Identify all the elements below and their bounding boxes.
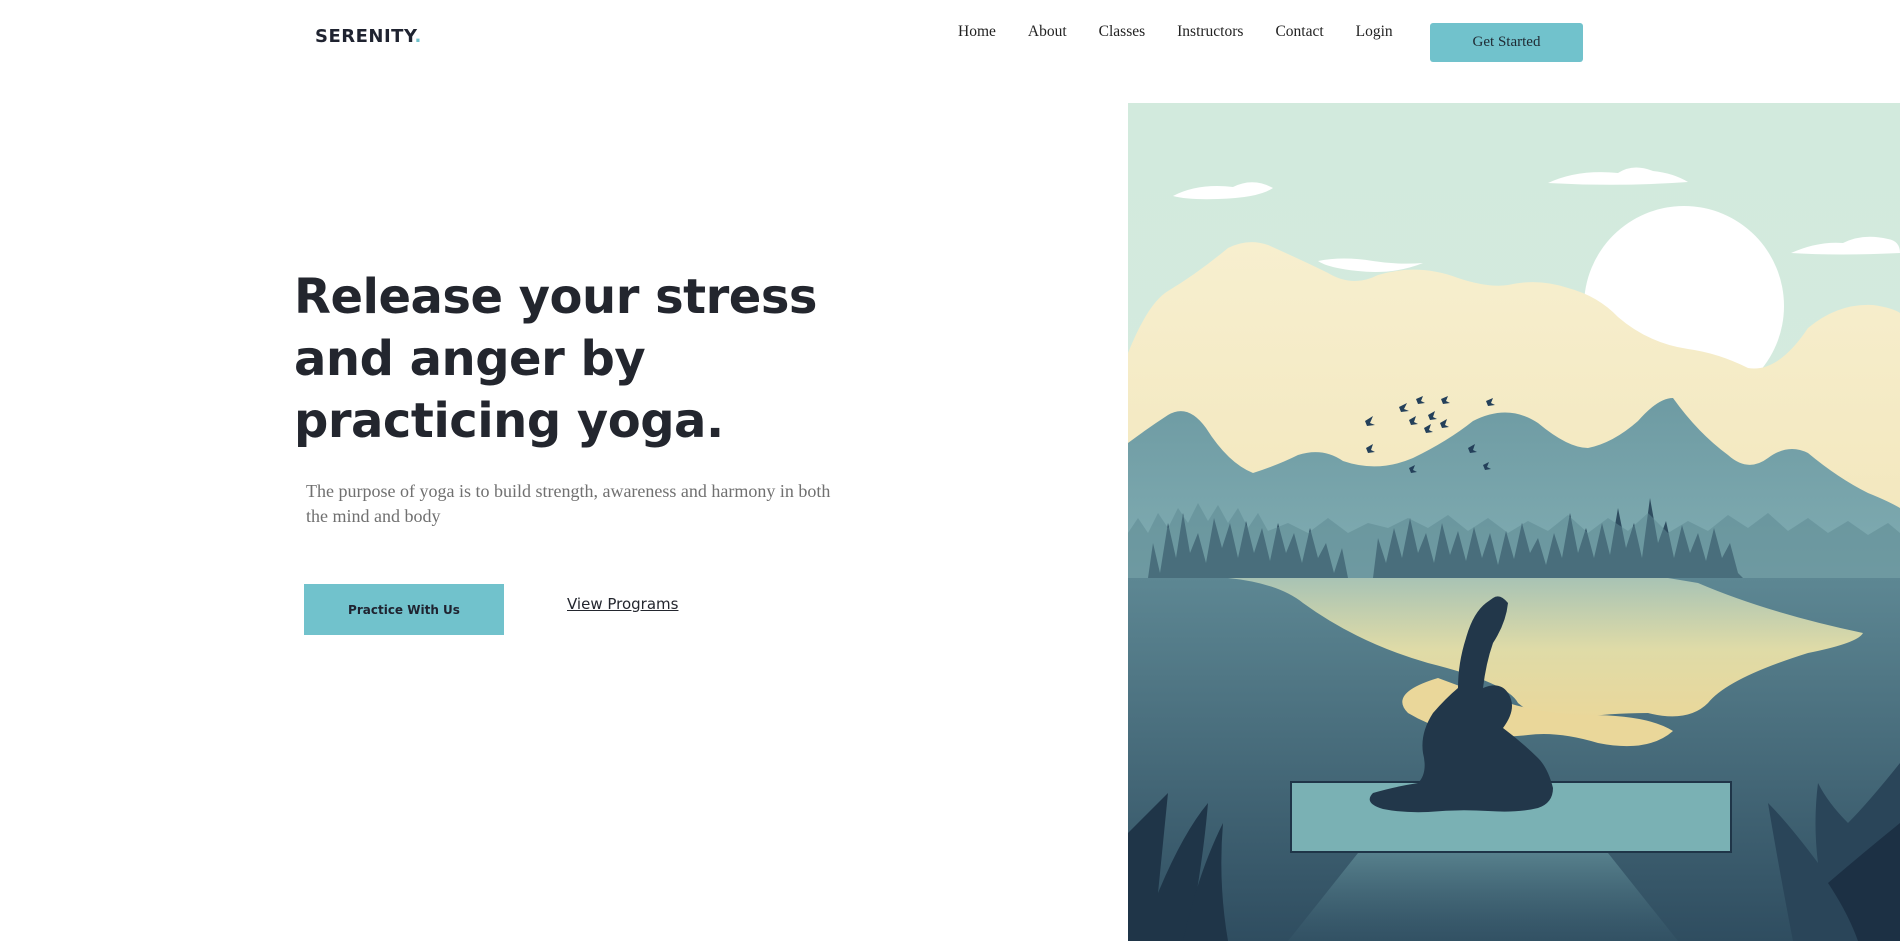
view-programs-link[interactable]: View Programs [567, 595, 678, 613]
nav-about-link[interactable]: About [1028, 23, 1067, 41]
main-nav: Home About Classes Instructors Contact L… [958, 23, 1409, 41]
nav-instructors-link[interactable]: Instructors [1177, 23, 1243, 41]
practice-with-us-button[interactable]: Practice With Us [304, 584, 504, 635]
hero-subtitle: The purpose of yoga is to build strength… [306, 481, 831, 526]
yoga-landscape-illustration [1128, 103, 1900, 941]
brand-dot: . [414, 26, 422, 47]
brand-logo[interactable]: SERENITY. [315, 26, 422, 47]
nav-home-link[interactable]: Home [958, 23, 996, 41]
brand-name: SERENITY [315, 26, 415, 47]
nav-classes-link[interactable]: Classes [1099, 23, 1146, 41]
get-started-button[interactable]: Get Started [1430, 23, 1583, 62]
hero-title: Release your stress and anger by practic… [294, 269, 817, 449]
nav-login-link[interactable]: Login [1356, 23, 1393, 41]
nav-contact-link[interactable]: Contact [1275, 23, 1323, 41]
hero-illustration [1128, 103, 1900, 941]
